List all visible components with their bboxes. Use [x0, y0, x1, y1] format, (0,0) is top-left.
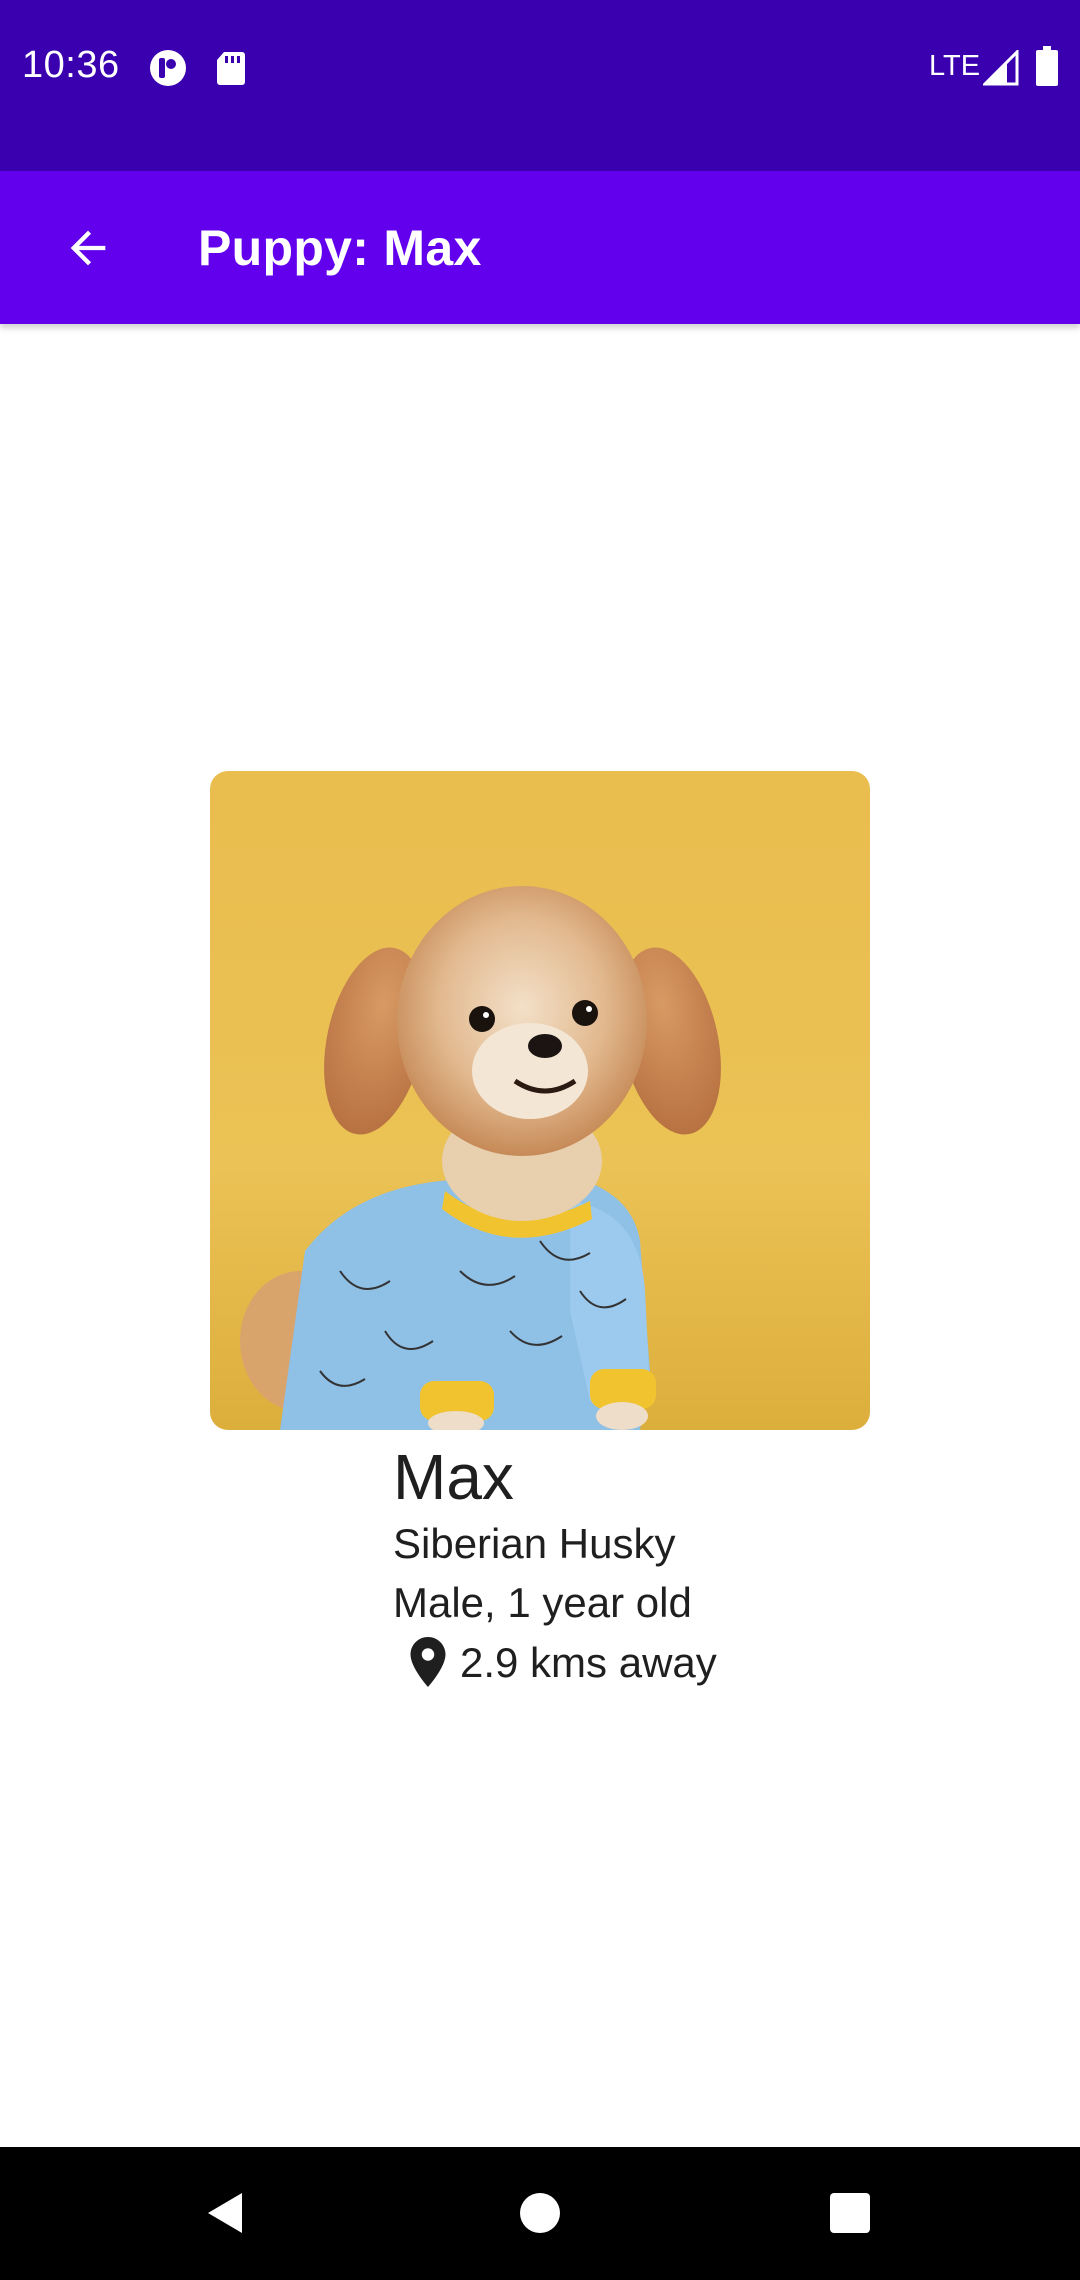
nav-recents-button[interactable]: [810, 2173, 890, 2253]
navigation-bar: [0, 2147, 1080, 2280]
nav-home-button[interactable]: [500, 2173, 580, 2253]
network-type: LTE: [929, 50, 981, 82]
puppy-photo: [210, 771, 870, 1430]
puppy-details: Male, 1 year old: [393, 1579, 692, 1626]
nav-home-icon: [520, 2193, 560, 2233]
status-bar: 10:36 LTE: [0, 0, 1080, 171]
arrow-back-icon: [70, 230, 106, 266]
battery-icon: [1036, 46, 1058, 86]
page-title: Puppy: Max: [198, 220, 482, 276]
puppy-info: Max Siberian Husky Male, 1 year old 2.9 …: [393, 1440, 717, 1692]
app-bar: Puppy: Max: [0, 171, 1080, 324]
puppy-name: Max: [393, 1441, 514, 1513]
sd-card-icon: [217, 52, 245, 85]
nav-back-button[interactable]: [186, 2173, 266, 2253]
pocket-casts-icon: [150, 50, 186, 86]
screen: 10:36 LTE Puppy: Max Max Siberian Husky …: [0, 0, 1080, 2280]
nav-recents-icon: [830, 2193, 870, 2233]
signal-icon: [983, 50, 1019, 86]
status-time: 10:36: [22, 44, 120, 86]
location-pin-icon: [410, 1637, 446, 1687]
distance-row: 2.9 kms away: [393, 1632, 717, 1692]
back-button[interactable]: [54, 214, 122, 282]
puppy-breed: Siberian Husky: [393, 1520, 676, 1567]
nav-back-icon: [208, 2193, 242, 2233]
puppy-distance: 2.9 kms away: [460, 1638, 717, 1686]
dog-illustration: [210, 771, 870, 1430]
